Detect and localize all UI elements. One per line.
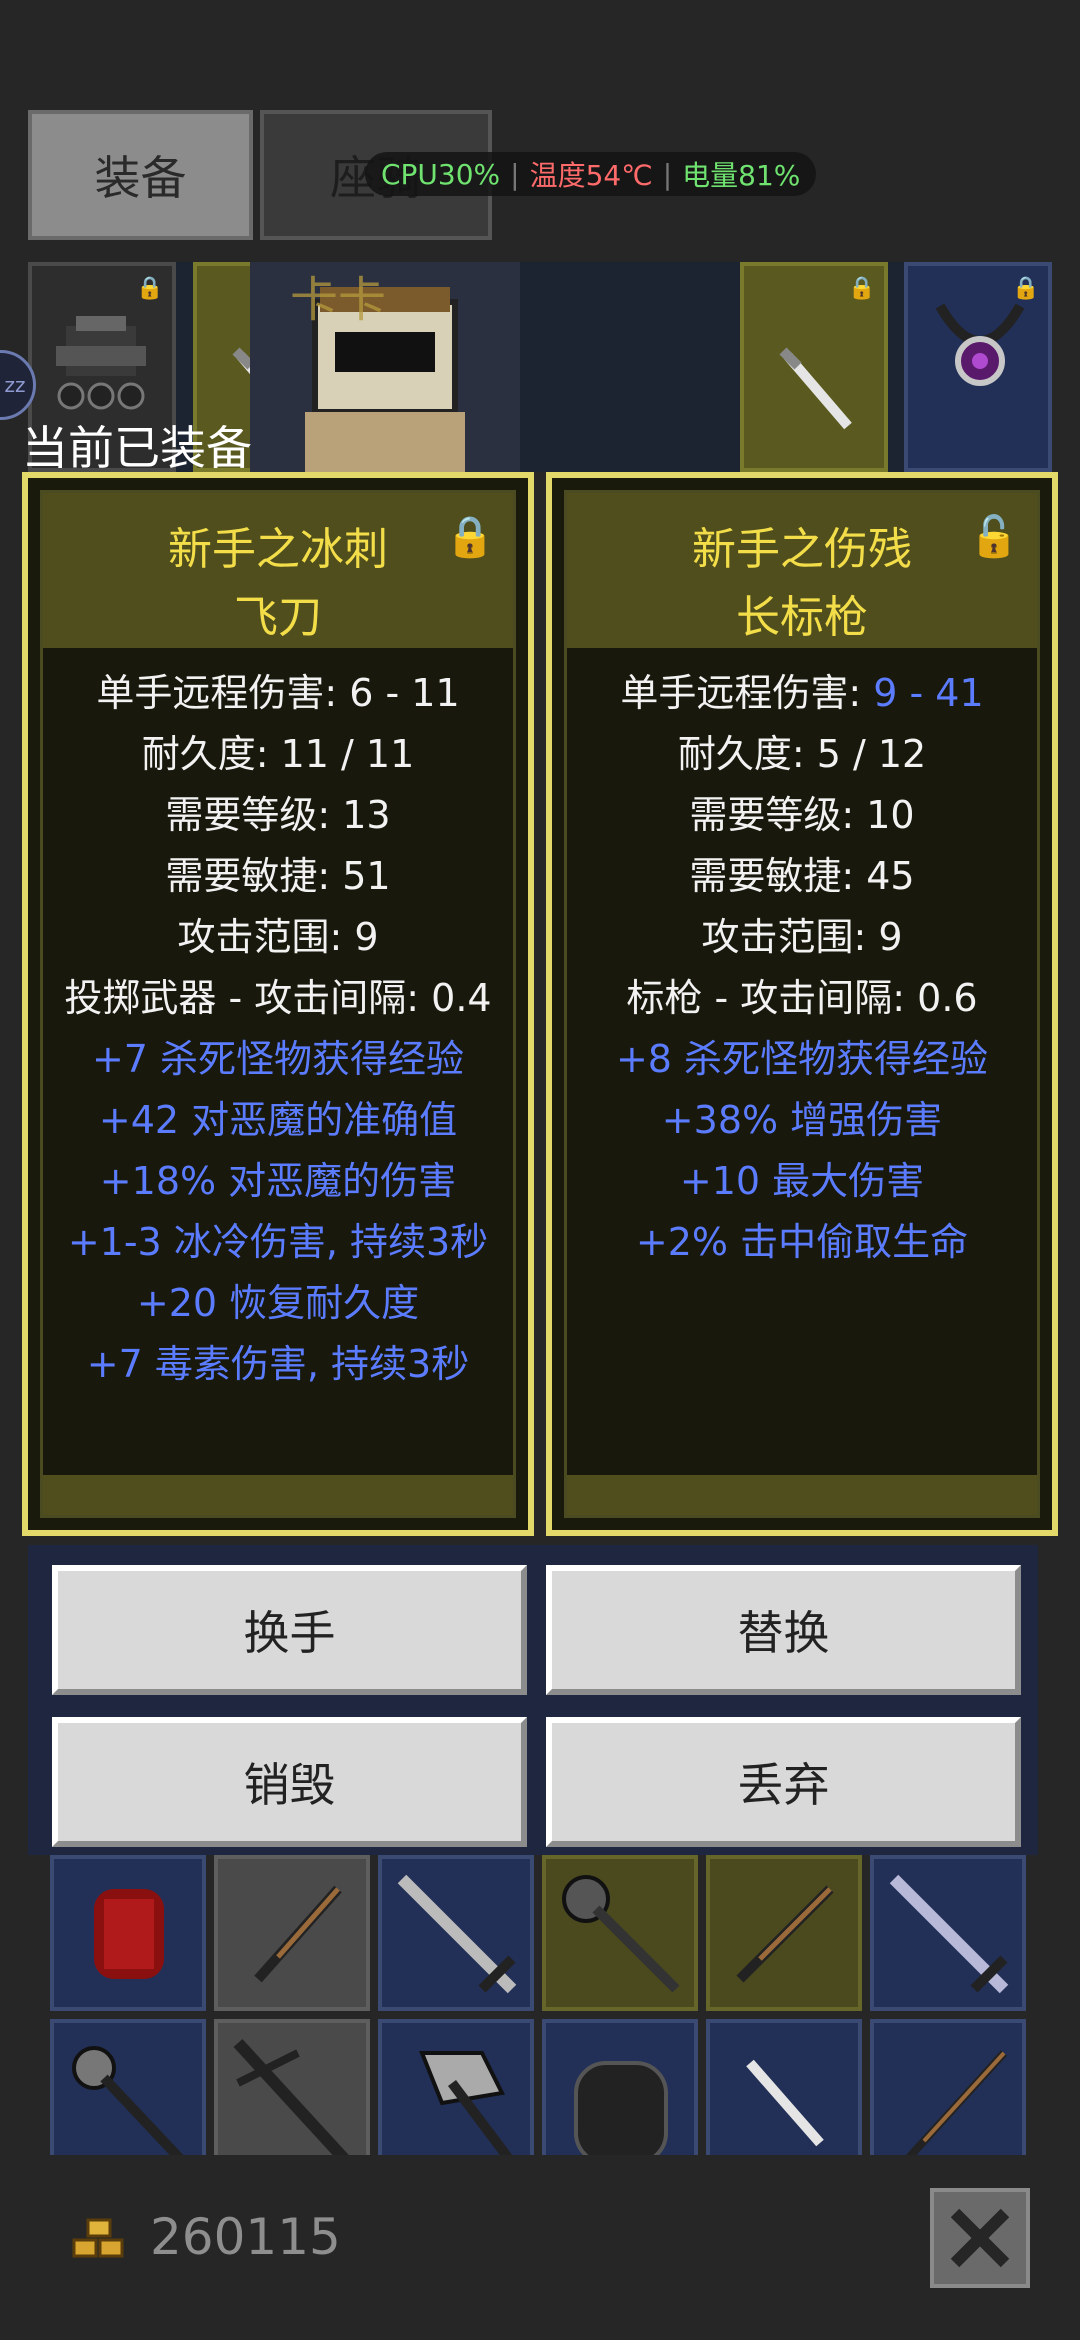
chest-armor-icon bbox=[574, 2061, 668, 2155]
gold-coins-icon bbox=[72, 2218, 124, 2258]
axe-icon bbox=[419, 2051, 513, 2155]
spear-icon bbox=[905, 2050, 1007, 2155]
inventory-slot[interactable] bbox=[706, 1855, 862, 2011]
lock-icon: 🔒 bbox=[848, 276, 876, 301]
card-footer bbox=[567, 1475, 1037, 1515]
character-avatar: 卡卡 bbox=[250, 262, 520, 472]
equipped-item-card: 新手之冰刺 飞刀 🔒 单手远程伤害: 6 - 11 耐久度: 11 / 11 需要等… bbox=[22, 472, 534, 1536]
stat-line: 需要敏捷: 51 bbox=[165, 854, 391, 898]
stat-damage-label: 单手远程伤害: bbox=[620, 671, 874, 715]
mace-icon bbox=[562, 1875, 680, 1993]
item-stats: 单手远程伤害: 9 - 41 耐久度: 5 / 12 需要等级: 10 需要敏捷: … bbox=[567, 663, 1037, 1273]
character-name: 卡卡 bbox=[290, 272, 387, 328]
stat-line: 耐久度: 11 / 11 bbox=[141, 732, 415, 776]
card-header: 新手之冰刺 飞刀 🔒 bbox=[43, 493, 513, 648]
flail-icon bbox=[233, 2038, 349, 2155]
separator: | bbox=[510, 157, 520, 191]
inventory-slot[interactable] bbox=[378, 2019, 534, 2155]
amulet-icon bbox=[935, 303, 1025, 386]
inventory-slot[interactable] bbox=[542, 1855, 698, 2011]
destroy-button[interactable]: 销毁 bbox=[52, 1717, 527, 1847]
card-footer bbox=[43, 1475, 513, 1515]
close-icon bbox=[950, 2208, 1010, 2268]
stat-line: 攻击范围: 9 bbox=[701, 915, 903, 959]
swap-hand-button[interactable]: 换手 bbox=[52, 1565, 527, 1695]
item-title-line1: 新手之冰刺 bbox=[168, 524, 388, 575]
discard-button[interactable]: 丢弃 bbox=[546, 1717, 1021, 1847]
stat-line: 攻击范围: 9 bbox=[177, 915, 379, 959]
replace-button[interactable]: 替换 bbox=[546, 1565, 1021, 1695]
system-status-overlay: CPU30% | 温度54℃ | 电量81% bbox=[365, 152, 817, 196]
inventory-slot[interactable] bbox=[542, 2019, 698, 2155]
stat-line: +8 杀死怪物获得经验 bbox=[615, 1037, 989, 1081]
stat-line: 需要敏捷: 45 bbox=[689, 854, 915, 898]
stat-lines: 耐久度: 5 / 12 需要等级: 10 需要敏捷: 45 攻击范围: 9 标枪 - 攻… bbox=[567, 724, 1037, 1273]
stat-line: 需要等级: 10 bbox=[689, 793, 915, 837]
inventory-slot[interactable] bbox=[50, 1855, 206, 2011]
stat-line: +7 毒素伤害, 持续3秒 bbox=[86, 1342, 470, 1386]
mace-icon bbox=[72, 2046, 184, 2155]
slot-right-weapon[interactable]: 🔒 bbox=[740, 262, 888, 472]
card-inner: 新手之伤残 长标枪 🔓 单手远程伤害: 9 - 41 耐久度: 5 / 12 需要… bbox=[564, 490, 1040, 1518]
lock-icon: 🔒 bbox=[1012, 276, 1040, 301]
card-header: 新手之伤残 长标枪 🔓 bbox=[567, 493, 1037, 648]
lock-closed-icon[interactable]: 🔒 bbox=[445, 513, 495, 560]
close-button[interactable] bbox=[930, 2188, 1030, 2288]
stat-line-damage: 单手远程伤害: 9 - 41 bbox=[567, 663, 1037, 724]
temperature: 温度54℃ bbox=[529, 159, 653, 192]
stat-line: +42 对恶魔的准确值 bbox=[98, 1098, 458, 1142]
stat-line: 标枪 - 攻击间隔: 0.6 bbox=[626, 976, 978, 1020]
armor-icon bbox=[94, 1889, 164, 1979]
current-equipped-label: 当前已装备 bbox=[22, 421, 252, 475]
stat-line: 投掷武器 - 攻击间隔: 0.4 bbox=[64, 976, 492, 1020]
dagger-icon bbox=[254, 1885, 342, 1983]
helmet-icon bbox=[56, 316, 146, 410]
inventory-slot[interactable] bbox=[214, 2019, 370, 2155]
tab-equipment[interactable]: 装备 bbox=[28, 110, 253, 240]
inventory-slot[interactable] bbox=[378, 1855, 534, 2011]
battery-level: 电量81% bbox=[682, 159, 801, 192]
stat-line: +18% 对恶魔的伤害 bbox=[99, 1159, 457, 1203]
cpu-usage: CPU30% bbox=[381, 157, 501, 191]
inventory-slot[interactable] bbox=[50, 2019, 206, 2155]
sword-icon bbox=[397, 1874, 517, 1994]
item-title-line2: 飞刀 bbox=[234, 592, 322, 643]
dagger-icon bbox=[736, 1885, 834, 1983]
item-title-line2: 长标枪 bbox=[736, 592, 868, 643]
lock-icon: 🔒 bbox=[136, 276, 164, 301]
card-inner: 新手之冰刺 飞刀 🔒 单手远程伤害: 6 - 11 耐久度: 11 / 11 需要等… bbox=[40, 490, 516, 1518]
inventory-slot[interactable] bbox=[706, 2019, 862, 2155]
inventory-grid bbox=[28, 1855, 1038, 2155]
stat-line: +20 恢复耐久度 bbox=[136, 1281, 420, 1325]
inventory-slot[interactable] bbox=[870, 2019, 1026, 2155]
item-title-line1: 新手之伤残 bbox=[692, 524, 912, 575]
inventory-slot[interactable] bbox=[214, 1855, 370, 2011]
separator: | bbox=[662, 157, 673, 191]
slot-amulet[interactable]: 🔒 bbox=[904, 262, 1052, 472]
stat-line: +7 杀死怪物获得经验 bbox=[91, 1037, 465, 1081]
stat-line: 需要等级: 13 bbox=[165, 793, 391, 837]
throwing-knife-icon bbox=[746, 2059, 824, 2147]
stat-damage-value: 9 - 41 bbox=[873, 671, 984, 715]
item-stats: 单手远程伤害: 6 - 11 耐久度: 11 / 11 需要等级: 13 需要敏捷: … bbox=[43, 663, 513, 1395]
selected-item-card: 新手之伤残 长标枪 🔓 单手远程伤害: 9 - 41 耐久度: 5 / 12 需要… bbox=[546, 472, 1058, 1536]
stat-line: +38% 增强伤害 bbox=[661, 1098, 943, 1142]
stat-line: +2% 击中偷取生命 bbox=[635, 1220, 969, 1264]
inventory-slot[interactable] bbox=[870, 1855, 1026, 2011]
sword-icon bbox=[889, 1874, 1009, 1994]
lock-open-icon[interactable]: 🔓 bbox=[969, 513, 1019, 560]
javelin-icon bbox=[779, 347, 852, 430]
gold-count: 260115 bbox=[150, 2208, 341, 2266]
stat-line: 耐久度: 5 / 12 bbox=[677, 732, 927, 776]
stat-line: +10 最大伤害 bbox=[679, 1159, 925, 1203]
stat-line: +1-3 冰冷伤害, 持续3秒 bbox=[67, 1220, 489, 1264]
stat-line: 单手远程伤害: 6 - 11 bbox=[96, 671, 460, 715]
